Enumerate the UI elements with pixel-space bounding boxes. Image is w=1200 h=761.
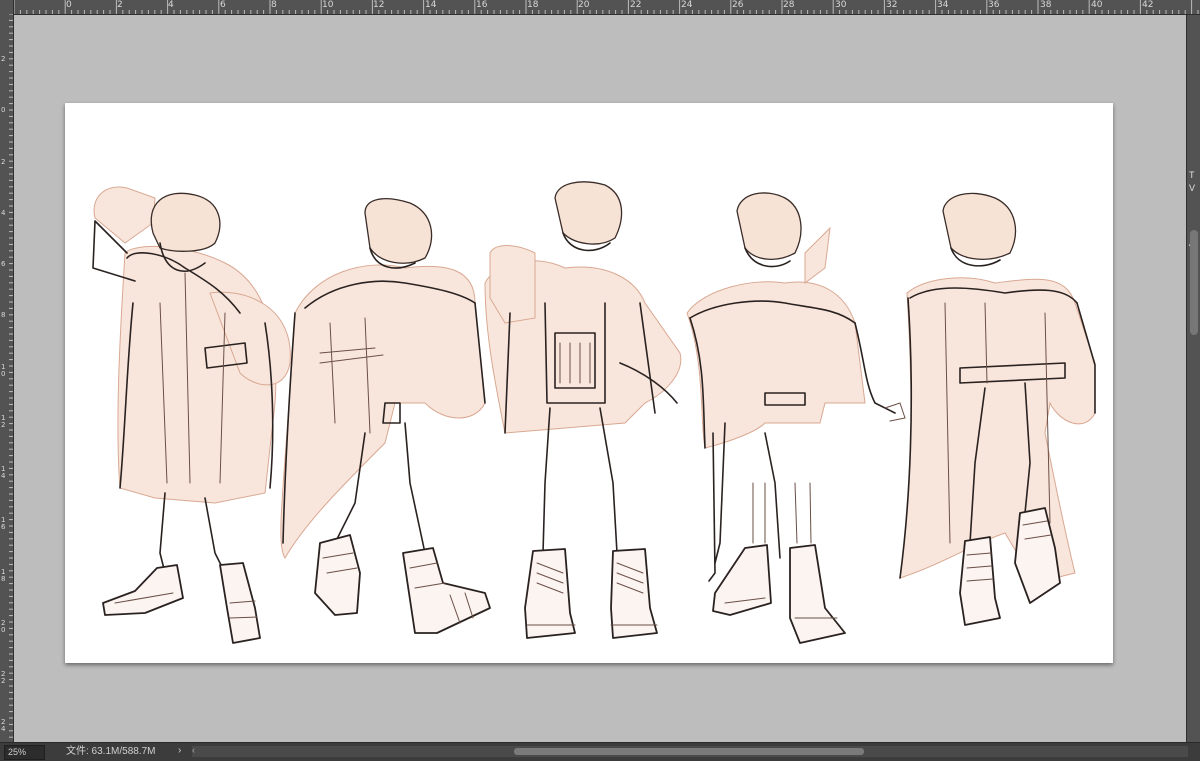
figure-4-sketch (686, 192, 906, 644)
vertical-scrollbar-thumb[interactable] (1190, 230, 1198, 335)
figure-3-sketch (484, 181, 682, 639)
scroll-left-arrow-icon[interactable]: ‹ (192, 745, 195, 755)
move-tool-icon[interactable]: V (1189, 183, 1195, 193)
character-sketch-lineup (92, 181, 1096, 644)
ruler-ticks (13, 0, 1199, 14)
horizontal-scrollbar-thumb[interactable] (514, 748, 864, 755)
type-tool-icon[interactable]: T (1189, 170, 1195, 180)
ruler-corner (0, 0, 14, 14)
zoom-level-field[interactable]: 25% (4, 745, 45, 760)
status-menu-arrow-icon[interactable]: › (178, 745, 181, 756)
horizontal-scrollbar[interactable]: ‹ (192, 745, 1188, 757)
ruler-horizontal[interactable]: 0 2 4 6 8 10 12 14 16 18 20 22 24 26 28 … (0, 0, 1200, 15)
ruler-vertical[interactable]: 2 0 2 4 6 8 10 12 14 16 18 20 22 24 (0, 14, 14, 742)
artboard-canvas[interactable] (65, 103, 1113, 663)
ruler-ticks (9, 14, 13, 738)
document-size-info[interactable]: 文件: 63.1M/588.7M (66, 746, 155, 758)
figure-1-sketch (92, 186, 291, 644)
status-bar: 25% 文件: 63.1M/588.7M › ‹ (0, 742, 1200, 761)
figure-5-sketch (899, 192, 1096, 626)
right-side-panel[interactable]: T V A (1186, 15, 1200, 742)
figure-2-sketch (280, 198, 491, 634)
